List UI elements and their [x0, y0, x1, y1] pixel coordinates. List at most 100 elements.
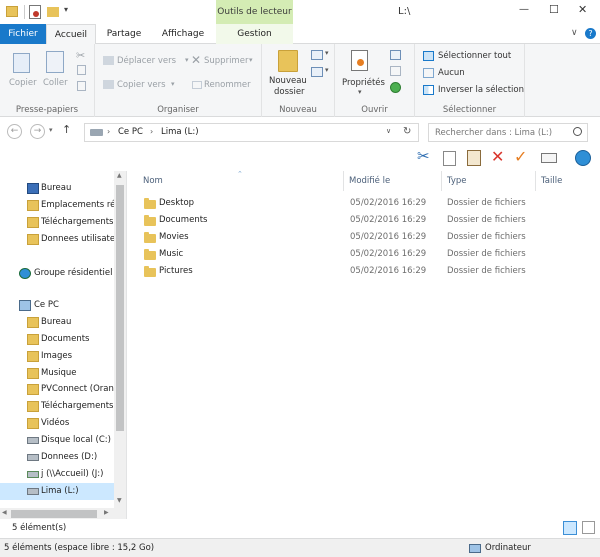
refresh-icon[interactable]: ↻ — [403, 126, 411, 137]
scroll-down-icon[interactable]: ▼ — [117, 497, 122, 504]
easy-access-dropdown-icon[interactable]: ▾ — [325, 66, 329, 74]
table-row[interactable]: Desktop 05/02/2016 16:29 Dossier de fichie… — [127, 195, 600, 212]
close-button[interactable]: ✕ — [578, 3, 587, 16]
scroll-left-icon[interactable]: ◀ — [2, 509, 7, 516]
hscroll-thumb[interactable] — [11, 510, 97, 518]
nav-item[interactable]: Images — [0, 348, 120, 365]
column-header-taille[interactable]: Taille — [541, 176, 562, 186]
paste-toolbar-icon[interactable] — [467, 150, 481, 166]
nav-item[interactable]: Donnees utilisate — [0, 231, 120, 248]
tab-affichage[interactable]: Affichage — [155, 24, 211, 44]
breadcrumb-ce-pc[interactable]: Ce PC — [118, 127, 143, 137]
nav-item[interactable]: Musique — [0, 365, 120, 382]
delete-toolbar-icon[interactable]: ✕ — [491, 147, 504, 166]
column-divider[interactable] — [535, 171, 536, 191]
tab-partage[interactable]: Partage — [99, 24, 149, 44]
nav-item[interactable]: Téléchargements — [0, 398, 120, 415]
nav-item[interactable]: Bureau — [0, 180, 120, 197]
table-row[interactable]: Music 05/02/2016 16:29 Dossier de fichiers — [127, 246, 600, 263]
nav-item[interactable]: j (\\Accueil) (J:) — [0, 466, 120, 483]
address-dropdown-icon[interactable]: ∨ — [386, 127, 391, 135]
open-icon[interactable] — [390, 50, 401, 60]
supprimer-button[interactable]: Supprimer — [204, 56, 248, 66]
cut-toolbar-icon[interactable]: ✂ — [417, 147, 430, 165]
rename-toolbar-icon[interactable] — [541, 153, 557, 163]
coller-button[interactable]: Coller — [43, 78, 68, 88]
globe-toolbar-icon[interactable] — [575, 150, 591, 166]
nav-item[interactable]: Donnees (D:) — [0, 449, 120, 466]
address-bar[interactable]: › Ce PC › Lima (L:) ∨ ↻ — [84, 123, 419, 142]
properties-qat-icon[interactable] — [29, 5, 41, 19]
maximize-button[interactable]: ☐ — [549, 3, 559, 16]
column-header-nom[interactable]: Nom — [143, 176, 163, 186]
help-icon[interactable]: ? — [585, 28, 596, 39]
nav-item[interactable]: Groupe résidentiel — [0, 265, 120, 282]
column-divider[interactable] — [343, 171, 344, 191]
search-box[interactable]: Rechercher dans : Lima (L:) — [428, 123, 588, 142]
edit-icon[interactable] — [390, 66, 401, 76]
inverser-selection-button[interactable]: Inverser la sélection — [438, 85, 524, 95]
renommer-button[interactable]: Renommer — [204, 80, 251, 90]
check-toolbar-icon[interactable]: ✓ — [514, 147, 527, 166]
nav-item[interactable]: PVConnect (Oran — [0, 381, 120, 398]
breadcrumb-lima[interactable]: Lima (L:) — [161, 127, 199, 137]
separator — [24, 5, 25, 19]
copier-button[interactable]: Copier — [9, 78, 37, 88]
tab-gestion[interactable]: Gestion — [216, 24, 293, 44]
forward-button[interactable]: → — [30, 124, 45, 139]
copier-vers-dropdown-icon[interactable]: ▾ — [171, 80, 175, 88]
new-item-icon[interactable] — [311, 50, 323, 60]
nav-item[interactable]: Bureau — [0, 314, 120, 331]
scroll-up-icon[interactable]: ▲ — [117, 172, 122, 179]
history-icon[interactable] — [390, 82, 401, 93]
deplacer-dropdown-icon[interactable]: ▾ — [185, 56, 189, 64]
details-view-button[interactable] — [563, 521, 577, 535]
ribbon-collapse-icon[interactable]: ∨ — [571, 28, 578, 38]
back-button[interactable]: ← — [7, 124, 22, 139]
new-item-dropdown-icon[interactable]: ▾ — [325, 49, 329, 57]
aucun-button[interactable]: Aucun — [438, 68, 465, 78]
table-row[interactable]: Documents 05/02/2016 16:29 Dossier de fich… — [127, 212, 600, 229]
nav-item-label: Téléchargements — [41, 401, 114, 411]
nav-item[interactable]: Emplacements ré — [0, 197, 120, 214]
copy-path-icon[interactable] — [77, 65, 86, 75]
search-input[interactable]: Rechercher dans : Lima (L:) — [435, 128, 552, 138]
qat-dropdown-icon[interactable]: ▾ — [64, 5, 68, 14]
scroll-right-icon[interactable]: ▶ — [104, 509, 109, 516]
up-button[interactable]: ↑ — [62, 123, 71, 136]
proprietes-dropdown-icon[interactable]: ▾ — [358, 88, 362, 96]
column-header-type[interactable]: Type — [447, 176, 467, 186]
tab-fichier[interactable]: Fichier — [0, 24, 46, 44]
nav-item[interactable]: Vidéos — [0, 415, 120, 432]
nav-vertical-scrollbar[interactable]: ▲ ▼ — [114, 171, 126, 519]
recent-dropdown-icon[interactable]: ▾ — [49, 126, 53, 134]
new-folder-qat-icon[interactable] — [47, 7, 59, 17]
nouveau-dossier-line1[interactable]: Nouveau — [269, 76, 307, 86]
table-row[interactable]: Pictures 05/02/2016 16:29 Dossier de fichi… — [127, 263, 600, 280]
tab-accueil[interactable]: Accueil — [46, 24, 96, 45]
deplacer-vers-button[interactable]: Déplacer vers — [117, 56, 176, 66]
scroll-thumb[interactable] — [116, 185, 124, 431]
column-divider[interactable] — [441, 171, 442, 191]
column-header-modifie[interactable]: Modifié le — [349, 176, 390, 186]
easy-access-icon[interactable] — [311, 67, 323, 77]
supprimer-dropdown-icon[interactable]: ▾ — [249, 56, 253, 64]
proprietes-button[interactable]: Propriétés — [342, 78, 385, 88]
search-icon[interactable] — [573, 127, 582, 136]
paste-shortcut-icon[interactable] — [77, 81, 86, 91]
breadcrumb-separator-icon[interactable]: › — [150, 127, 153, 136]
minimize-button[interactable]: — — [519, 4, 529, 15]
nav-item[interactable]: Téléchargements — [0, 214, 120, 231]
nav-item[interactable]: Ce PC — [0, 297, 120, 314]
nav-item[interactable]: Lima (L:) — [0, 483, 114, 500]
nav-item[interactable]: Disque local (C:) — [0, 432, 120, 449]
nouveau-dossier-line2[interactable]: dossier — [274, 87, 305, 97]
copy-toolbar-icon[interactable] — [443, 151, 456, 166]
large-icons-view-button[interactable] — [582, 521, 595, 534]
cut-icon[interactable]: ✂ — [76, 49, 85, 62]
breadcrumb-separator-icon[interactable]: › — [107, 127, 110, 136]
nav-item[interactable]: Documents — [0, 331, 120, 348]
selectionner-tout-button[interactable]: Sélectionner tout — [438, 51, 511, 61]
table-row[interactable]: Movies 05/02/2016 16:29 Dossier de fichier… — [127, 229, 600, 246]
copier-vers-button[interactable]: Copier vers — [117, 80, 166, 90]
